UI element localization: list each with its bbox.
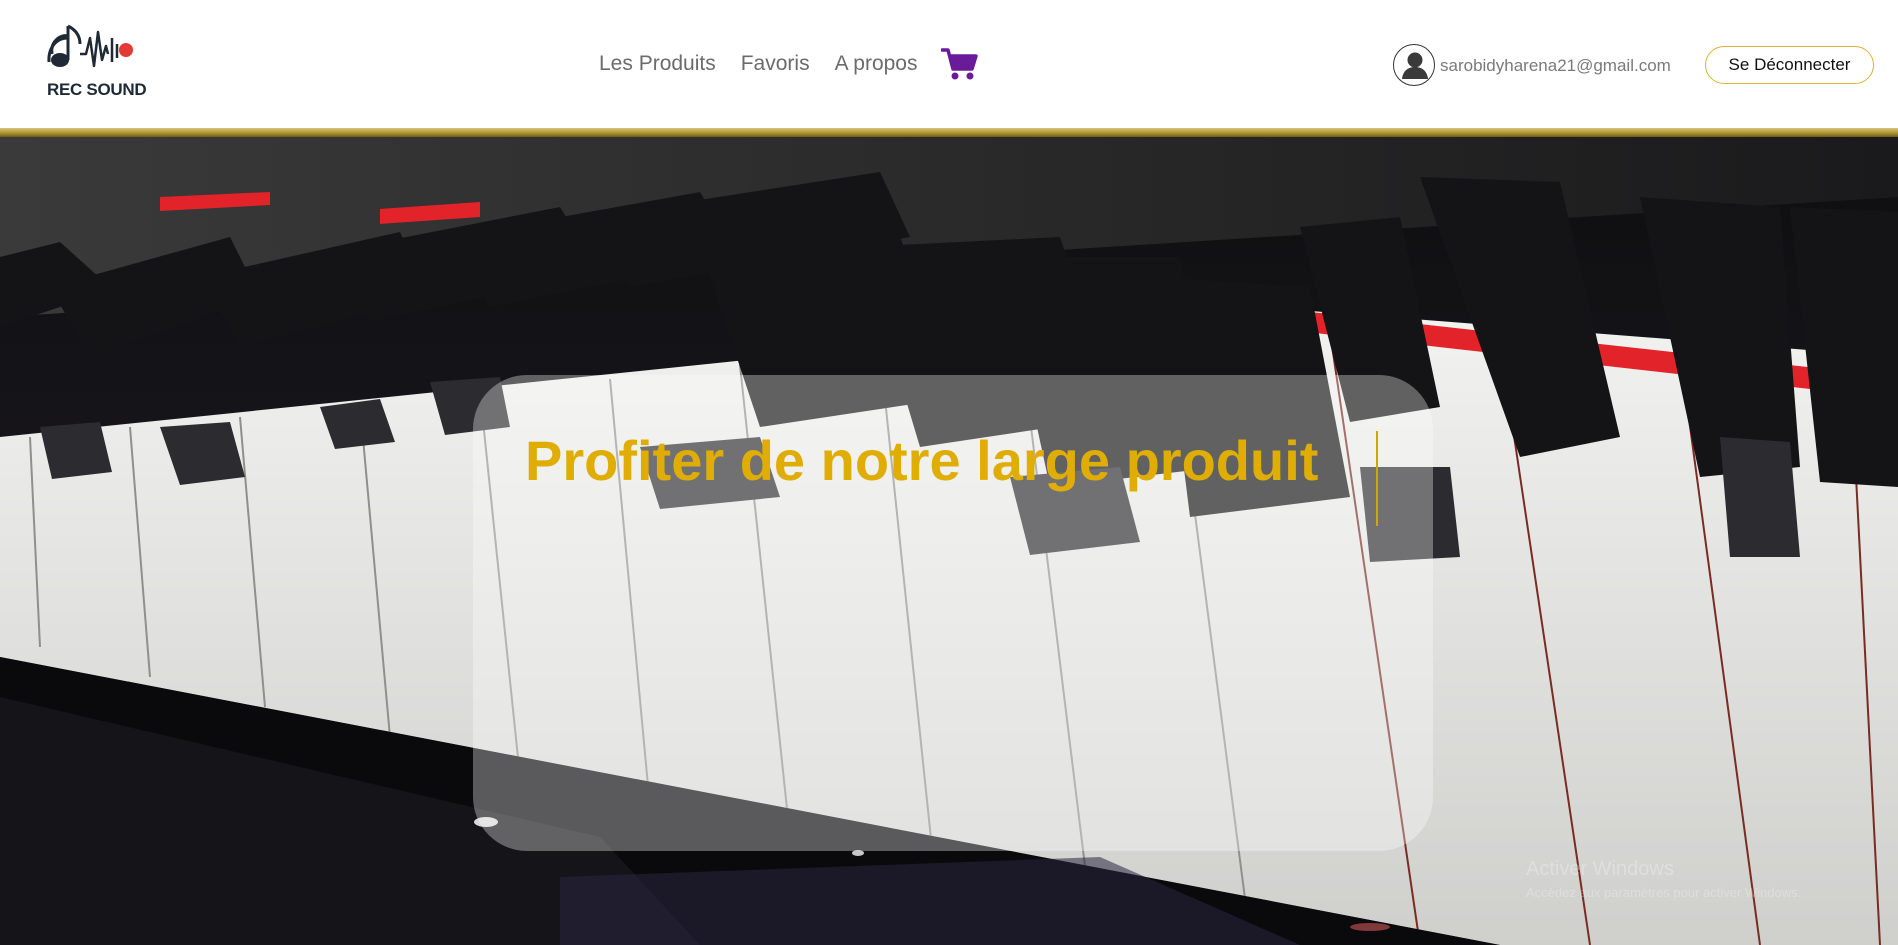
text-cursor xyxy=(1376,431,1378,526)
user-avatar-icon[interactable] xyxy=(1393,44,1435,86)
nav-item-produits[interactable]: Les Produits xyxy=(599,52,716,76)
nav-item-a-propos[interactable]: A propos xyxy=(835,52,918,76)
shopping-cart-icon[interactable] xyxy=(940,47,979,81)
nav-item-favoris[interactable]: Favoris xyxy=(741,52,810,76)
hero-section xyxy=(0,137,1898,945)
logout-button[interactable]: Se Déconnecter xyxy=(1705,46,1874,84)
main-nav: Les Produits Favoris A propos xyxy=(599,52,918,76)
rec-sound-logo[interactable]: REC SOUND xyxy=(46,24,147,100)
watermark-line-2: Accédez aux paramètres pour activer Wind… xyxy=(1526,885,1802,900)
header-divider xyxy=(0,128,1898,137)
hero-title: Profiter de notre large produit xyxy=(525,429,1319,492)
windows-activation-watermark: Activer Windows Accédez aux paramètres p… xyxy=(1526,858,1801,900)
brand-name: REC SOUND xyxy=(47,80,147,99)
user-email: sarobidyharena21@gmail.com xyxy=(1440,56,1671,75)
top-navbar: REC SOUND Les Produits Favoris A propos … xyxy=(0,0,1898,130)
watermark-line-1: Activer Windows xyxy=(1526,858,1674,880)
music-note-wave-icon xyxy=(47,24,133,68)
